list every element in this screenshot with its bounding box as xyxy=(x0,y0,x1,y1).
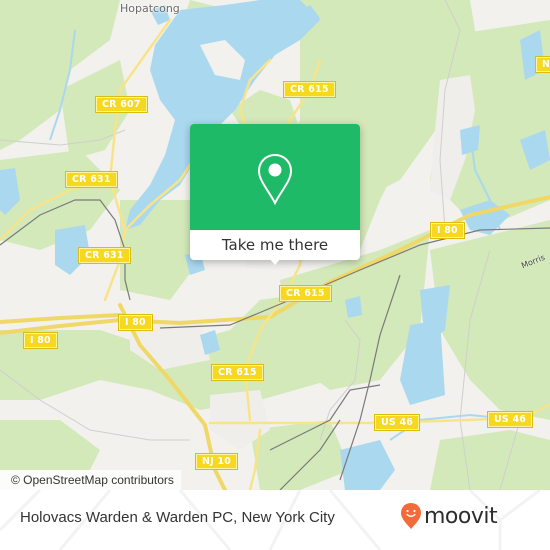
road-shield-partial: N xyxy=(534,56,550,73)
popup-pointer xyxy=(268,257,282,265)
moovit-logo[interactable]: moovit xyxy=(400,502,498,530)
road-shield-us46: US 46 xyxy=(486,411,534,428)
road-shield-cr615: CR 615 xyxy=(279,285,332,302)
road-shield-cr607: CR 607 xyxy=(95,96,148,113)
moovit-pin-icon xyxy=(401,503,421,529)
place-title: Holovacs Warden & Warden PC, New York Ci… xyxy=(20,509,335,526)
take-me-there-button[interactable]: Take me there xyxy=(190,230,360,260)
map-view[interactable]: Hopatcong Morris CR 607 CR 615 CR 631 CR… xyxy=(0,0,550,490)
road-shield-cr615: CR 615 xyxy=(283,81,336,98)
road-shield-cr631: CR 631 xyxy=(65,171,118,188)
road-shield-i80: I 80 xyxy=(118,314,153,331)
location-popup[interactable]: Take me there xyxy=(190,124,360,265)
moovit-wordmark: moovit xyxy=(424,503,498,529)
road-shield-us46: US 46 xyxy=(373,414,421,431)
popup-header[interactable] xyxy=(190,124,360,230)
road-shield-cr631: CR 631 xyxy=(78,247,131,264)
map-pin-icon xyxy=(257,153,293,205)
place-label-hopatcong: Hopatcong xyxy=(120,2,180,15)
road-shield-nj10: NJ 10 xyxy=(194,453,239,470)
road-shield-i80: I 80 xyxy=(430,222,465,239)
footer-bar: Holovacs Warden & Warden PC, New York Ci… xyxy=(0,490,550,550)
map-attribution[interactable]: © OpenStreetMap contributors xyxy=(0,470,181,490)
road-shield-i80: I 80 xyxy=(23,332,58,349)
road-shield-cr615: CR 615 xyxy=(211,364,264,381)
